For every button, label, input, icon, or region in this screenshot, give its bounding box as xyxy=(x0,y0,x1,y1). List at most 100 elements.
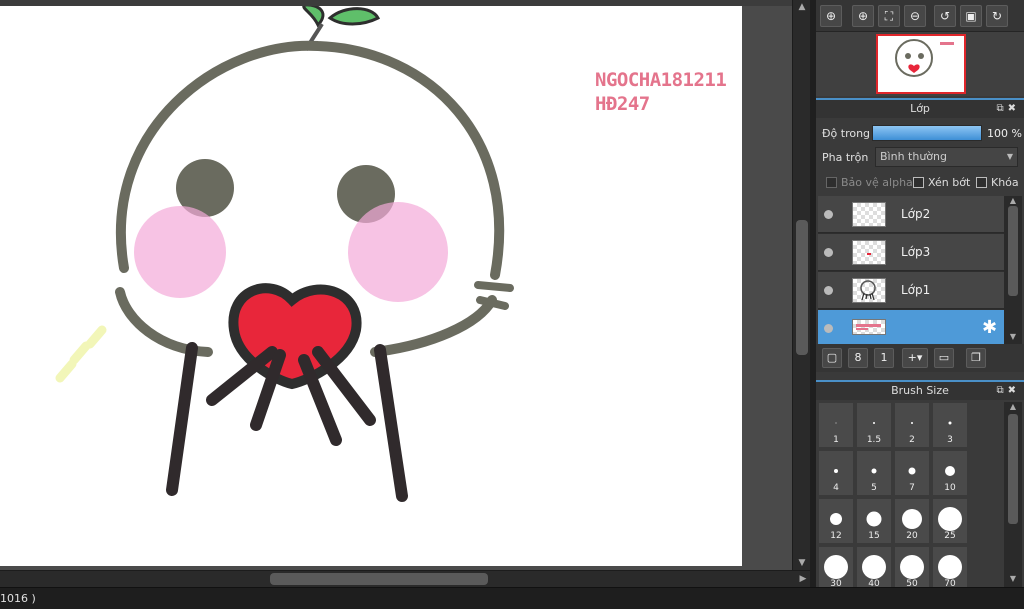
navigator-preview[interactable] xyxy=(816,32,1024,96)
scroll-down-arrow-icon[interactable]: ▼ xyxy=(1004,574,1022,583)
canvas-area[interactable]: NGOCHA181211 HĐ247 xyxy=(0,0,795,570)
brush-dot-icon xyxy=(911,422,913,424)
drawing-canvas[interactable]: NGOCHA181211 HĐ247 xyxy=(0,6,742,566)
canvas-vertical-scrollbar[interactable]: ▲ ▼ xyxy=(792,0,810,570)
layer-row[interactable]: Lớp2 xyxy=(818,196,1004,233)
rotate-right-icon[interactable]: ↻ xyxy=(986,5,1008,27)
layer-scroll-thumb[interactable] xyxy=(1008,206,1018,296)
brush-size-scrollbar[interactable]: ▲ ▼ xyxy=(1004,402,1022,587)
layer-row-selected[interactable]: ✱ xyxy=(818,310,1004,344)
opacity-slider[interactable] xyxy=(872,125,982,141)
leaf-right xyxy=(327,7,381,26)
brush-size-label: 20 xyxy=(906,531,918,541)
layer-name: Lớp2 xyxy=(901,207,931,221)
brush-size-cell[interactable]: 1.5 xyxy=(856,402,892,448)
right-blush xyxy=(348,202,448,302)
zoom-in-icon[interactable]: ⊕ xyxy=(852,5,874,27)
clipping-label: Xén bớt xyxy=(928,176,971,189)
layer-thumbnail xyxy=(852,278,886,303)
fit-icon[interactable]: ⛶ xyxy=(878,5,900,27)
layer-row[interactable]: Lớp1 xyxy=(818,272,1004,309)
scroll-right-arrow-icon[interactable]: ▶ xyxy=(796,571,810,587)
close-icon[interactable]: ✖ xyxy=(1008,385,1020,396)
rotate-left-icon[interactable]: ↺ xyxy=(934,5,956,27)
brush-scroll-thumb[interactable] xyxy=(1008,414,1018,524)
brush-size-grid[interactable]: 1 1.5 2 3 4 5 7 10 12 15 20 25 30 40 50 … xyxy=(818,402,1004,587)
layer-toolbar: ▢ 8 1 +▾ ▭ ❐ xyxy=(816,344,1024,372)
brush-size-cell[interactable]: 15 xyxy=(856,498,892,544)
visibility-icon[interactable] xyxy=(824,210,833,219)
status-bar: 1016 ) xyxy=(0,587,1024,609)
brush-size-cell[interactable]: 5 xyxy=(856,450,892,496)
navigator-thumbnail[interactable] xyxy=(876,34,966,94)
brush-size-cell[interactable]: 2 xyxy=(894,402,930,448)
brush-size-label: 40 xyxy=(868,579,880,587)
scroll-up-arrow-icon[interactable]: ▲ xyxy=(1004,196,1022,205)
close-icon[interactable]: ✖ xyxy=(1008,103,1020,114)
scroll-up-arrow-icon[interactable]: ▲ xyxy=(793,0,811,14)
brush-dot-icon xyxy=(866,511,882,527)
brush-size-cell[interactable]: 70 xyxy=(932,546,968,587)
brush-size-label: 70 xyxy=(944,579,956,587)
gear-icon[interactable]: ✱ xyxy=(982,317,997,338)
brush-size-cell[interactable]: 7 xyxy=(894,450,930,496)
protect-alpha-checkbox[interactable]: Bảo vệ alpha xyxy=(826,176,913,190)
visibility-icon[interactable] xyxy=(824,324,833,333)
brush-size-label: 1 xyxy=(833,435,839,445)
folder-icon[interactable]: ▭ xyxy=(934,348,954,368)
scroll-down-arrow-icon[interactable]: ▼ xyxy=(793,556,811,570)
brush-size-cell[interactable]: 1 xyxy=(818,402,854,448)
add-layer-menu-icon[interactable]: +▾ xyxy=(902,348,928,368)
visibility-icon[interactable] xyxy=(824,286,833,295)
fullscreen-icon[interactable]: ▣ xyxy=(960,5,982,27)
canvas-horizontal-scrollbar[interactable]: ▶ xyxy=(0,570,810,587)
duplicate-layer-icon[interactable]: ❐ xyxy=(966,348,986,368)
layer-thumb-art xyxy=(856,324,881,330)
brush-size-cell[interactable]: 40 xyxy=(856,546,892,587)
watermark-line-1: NGOCHA181211 xyxy=(595,69,727,91)
brush-size-cell[interactable]: 30 xyxy=(818,546,854,587)
new-8bit-layer-icon[interactable]: 8 xyxy=(848,348,868,368)
brush-size-cell[interactable]: 4 xyxy=(818,450,854,496)
checkbox-icon xyxy=(976,177,987,188)
layer-list[interactable]: Lớp2 Lớp3 Lớp1 ✱ xyxy=(818,196,1004,344)
brush-size-cell[interactable]: 20 xyxy=(894,498,930,544)
blend-mode-label: Pha trộn xyxy=(822,151,869,164)
scroll-down-arrow-icon[interactable]: ▼ xyxy=(1004,332,1022,341)
brush-dot-icon xyxy=(862,555,886,579)
blend-mode-select[interactable]: Bình thường ▼ xyxy=(875,147,1018,167)
checkbox-icon xyxy=(913,177,924,188)
brush-dot-icon xyxy=(830,513,842,525)
layer-row[interactable]: Lớp3 xyxy=(818,234,1004,271)
brush-size-cell[interactable]: 10 xyxy=(932,450,968,496)
brush-size-cell[interactable]: 3 xyxy=(932,402,968,448)
horizontal-scroll-thumb[interactable] xyxy=(270,573,488,585)
new-layer-icon[interactable]: ▢ xyxy=(822,348,842,368)
brush-dot-icon xyxy=(824,555,848,579)
brush-size-cell[interactable]: 12 xyxy=(818,498,854,544)
checkbox-icon xyxy=(826,177,837,188)
brush-dot-icon xyxy=(873,422,875,424)
layer-list-scrollbar[interactable]: ▲ ▼ xyxy=(1004,196,1022,344)
layer-panel-header: Lớp ⧉✖ xyxy=(816,98,1024,118)
brush-size-label: 5 xyxy=(871,483,877,493)
blend-mode-value: Bình thường xyxy=(880,150,947,163)
leg-right xyxy=(374,344,408,502)
visibility-icon[interactable] xyxy=(824,248,833,257)
brush-size-cell[interactable]: 25 xyxy=(932,498,968,544)
scroll-up-arrow-icon[interactable]: ▲ xyxy=(1004,402,1022,411)
lock-checkbox[interactable]: Khóa xyxy=(976,176,1019,190)
zoom-reset-icon[interactable]: ⊕ xyxy=(820,5,842,27)
undock-icon[interactable]: ⧉ xyxy=(996,103,1007,114)
opacity-label: Độ trong xyxy=(822,127,871,140)
brush-dot-icon xyxy=(902,509,922,529)
brush-size-cell[interactable]: 50 xyxy=(894,546,930,587)
zoom-out-icon[interactable]: ⊖ xyxy=(904,5,926,27)
vertical-scroll-thumb[interactable] xyxy=(796,220,808,355)
watermark-line-2: HĐ247 xyxy=(595,93,650,115)
app-window: NGOCHA181211 HĐ247 ▲ ▼ ▶ ⊕ ⊕ ⛶ ⊖ ↺ ▣ ↻ L… xyxy=(0,0,1024,609)
layer-thumbnail xyxy=(852,319,886,335)
clipping-checkbox[interactable]: Xén bớt xyxy=(913,176,970,190)
new-1bit-layer-icon[interactable]: 1 xyxy=(874,348,894,368)
undock-icon[interactable]: ⧉ xyxy=(996,385,1007,396)
